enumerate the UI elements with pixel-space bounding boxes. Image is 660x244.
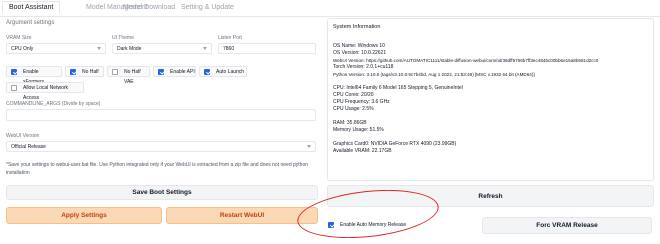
auto-launch-checkbox[interactable]: Auto Launch — [199, 66, 247, 77]
sysinfo-line: WebUI Version: https://github.com/AUTOMA… — [333, 58, 599, 63]
sysinfo-line: OS Name: Windows 10 — [333, 43, 385, 49]
checkbox-checked-icon — [158, 69, 164, 75]
system-info-lines: OS Name: Windows 10 OS Version: 10.0.226… — [333, 43, 598, 155]
settings-note: *Save your settings to webui-user.bat fi… — [6, 162, 309, 176]
no-half-checkbox[interactable]: No Half — [65, 66, 104, 77]
apply-settings-button[interactable]: Apply Settings — [6, 207, 162, 224]
sysinfo-line: Torch Version: 2.0.1+cu118 — [333, 64, 394, 70]
sysinfo-line: Memory Usage: 51.5% — [333, 127, 384, 133]
sysinfo-line: OS Version: 10.0.22621 — [333, 50, 387, 56]
xformers-checkbox[interactable]: Enable xFormers — [6, 66, 62, 85]
sysinfo-line: RAM: 35.86GB — [333, 120, 367, 126]
save-boot-settings-button[interactable]: Save Boot Settings — [6, 185, 318, 200]
checkbox-checked-icon — [204, 69, 210, 75]
tab-bar: Boot Assistant Model Management Model Do… — [0, 0, 660, 17]
tab-setting-update[interactable]: Setting & Update — [175, 2, 240, 13]
theme-label: UI Theme — [112, 35, 134, 41]
sysinfo-line: Graphics Card0: NVIDIA GeForce RTX 4090 … — [333, 141, 457, 147]
tab-model-download[interactable]: Model Download — [117, 2, 181, 13]
chevron-down-icon — [97, 47, 101, 50]
checkbox-checked-icon — [70, 69, 76, 75]
vram-select[interactable]: CPU Only — [6, 43, 106, 54]
webui-version-select[interactable]: Official Release — [6, 141, 316, 152]
system-info-title: System Information — [333, 24, 381, 30]
chevron-down-icon — [203, 47, 207, 50]
sysinfo-line — [333, 134, 598, 141]
webui-version-label: WebUI Version — [6, 133, 40, 139]
restart-webui-button[interactable]: Restart WebUI — [166, 207, 318, 224]
sysinfo-line — [333, 113, 598, 120]
sysinfo-line: Python Version: 3.10.6 (tags/v3.10.6:9c7… — [333, 72, 535, 77]
port-input[interactable]: 7860 — [218, 43, 316, 54]
checkbox-unchecked-icon — [112, 69, 118, 75]
commandline-label: COMMANDLINE_ARGS (Divide by space) — [6, 101, 101, 107]
sysinfo-line: CPU Cores: 20/20 — [333, 92, 374, 98]
commandline-input[interactable] — [6, 109, 316, 121]
chevron-down-icon — [307, 145, 311, 148]
sysinfo-line: CPU Usage: 2.5% — [333, 106, 374, 112]
checkbox-checked-icon — [11, 69, 17, 75]
local-network-checkbox[interactable]: Allow Local Network Access — [6, 82, 84, 101]
argument-settings-title: Argument settings — [6, 20, 55, 26]
no-half-vae-checkbox[interactable]: No Half VAE — [107, 66, 150, 85]
theme-select[interactable]: Dark Mode — [112, 43, 212, 54]
sysinfo-line: CPU: Intel64 Family 6 Model 165 Stepping… — [333, 85, 463, 91]
sysinfo-line: Available VRAM: 22.17GB — [333, 148, 392, 154]
enable-api-checkbox[interactable]: Enable API — [153, 66, 196, 77]
system-info-panel: System Information OS Name: Windows 10 O… — [327, 18, 654, 181]
tab-boot-assistant[interactable]: Boot Assistant — [2, 1, 61, 14]
force-vram-release-button[interactable]: Forc VRAM Release — [482, 217, 652, 234]
sysinfo-line: CPU Frequency: 3.6 GHz — [333, 99, 390, 105]
port-label: Listen Port — [218, 35, 242, 41]
vram-label: VRAM Size — [6, 35, 32, 41]
sysinfo-line — [333, 78, 598, 85]
checkbox-unchecked-icon — [11, 85, 17, 91]
